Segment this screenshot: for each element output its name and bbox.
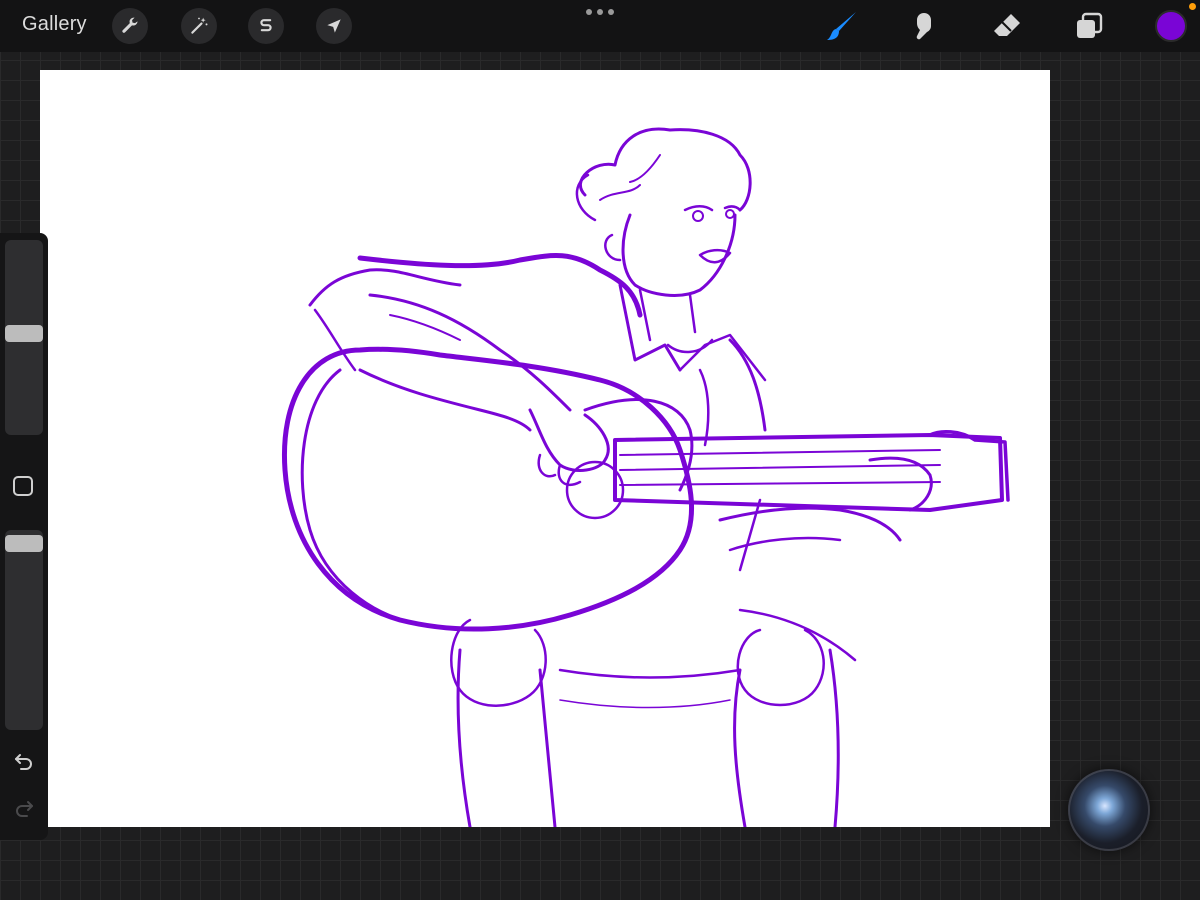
transform-button[interactable] bbox=[316, 8, 352, 44]
brush-size-slider[interactable] bbox=[5, 240, 43, 435]
eraser-icon bbox=[994, 14, 1020, 36]
opacity-slider[interactable] bbox=[5, 530, 43, 730]
layers-button[interactable] bbox=[1072, 9, 1106, 43]
brush-icon bbox=[827, 12, 856, 40]
undo-button[interactable] bbox=[11, 749, 37, 775]
status-indicator-dot bbox=[1189, 3, 1196, 10]
brush-size-handle[interactable] bbox=[5, 325, 43, 342]
dot-icon bbox=[608, 9, 614, 15]
gallery-button[interactable]: Gallery bbox=[22, 13, 87, 36]
wrench-icon bbox=[122, 17, 138, 33]
sidebar-tools bbox=[0, 233, 48, 840]
top-toolbar: Gallery bbox=[0, 0, 1200, 52]
siri-orb-icon[interactable] bbox=[1068, 769, 1150, 851]
selection-s-icon bbox=[260, 19, 272, 32]
dot-icon bbox=[586, 9, 592, 15]
redo-icon bbox=[16, 801, 33, 817]
dot-icon bbox=[597, 9, 603, 15]
selection-button[interactable] bbox=[248, 8, 284, 44]
modify-button[interactable] bbox=[13, 476, 33, 496]
actions-button[interactable] bbox=[112, 8, 148, 44]
drawing-canvas[interactable] bbox=[40, 70, 1050, 827]
opacity-handle[interactable] bbox=[5, 535, 43, 552]
adjustments-button[interactable] bbox=[181, 8, 217, 44]
color-picker-button[interactable] bbox=[1155, 10, 1187, 42]
smudge-icon bbox=[916, 13, 931, 40]
redo-button[interactable] bbox=[11, 796, 37, 822]
arrow-cursor-icon bbox=[327, 19, 341, 33]
smudge-tool-button[interactable] bbox=[908, 9, 942, 43]
undo-icon bbox=[15, 754, 32, 770]
brush-tool-button[interactable] bbox=[826, 9, 860, 43]
more-options-button[interactable] bbox=[586, 6, 614, 18]
guitarist-sketch bbox=[281, 127, 1010, 827]
layers-icon bbox=[1077, 12, 1103, 38]
magic-wand-icon bbox=[191, 17, 208, 34]
eraser-tool-button[interactable] bbox=[990, 9, 1024, 43]
